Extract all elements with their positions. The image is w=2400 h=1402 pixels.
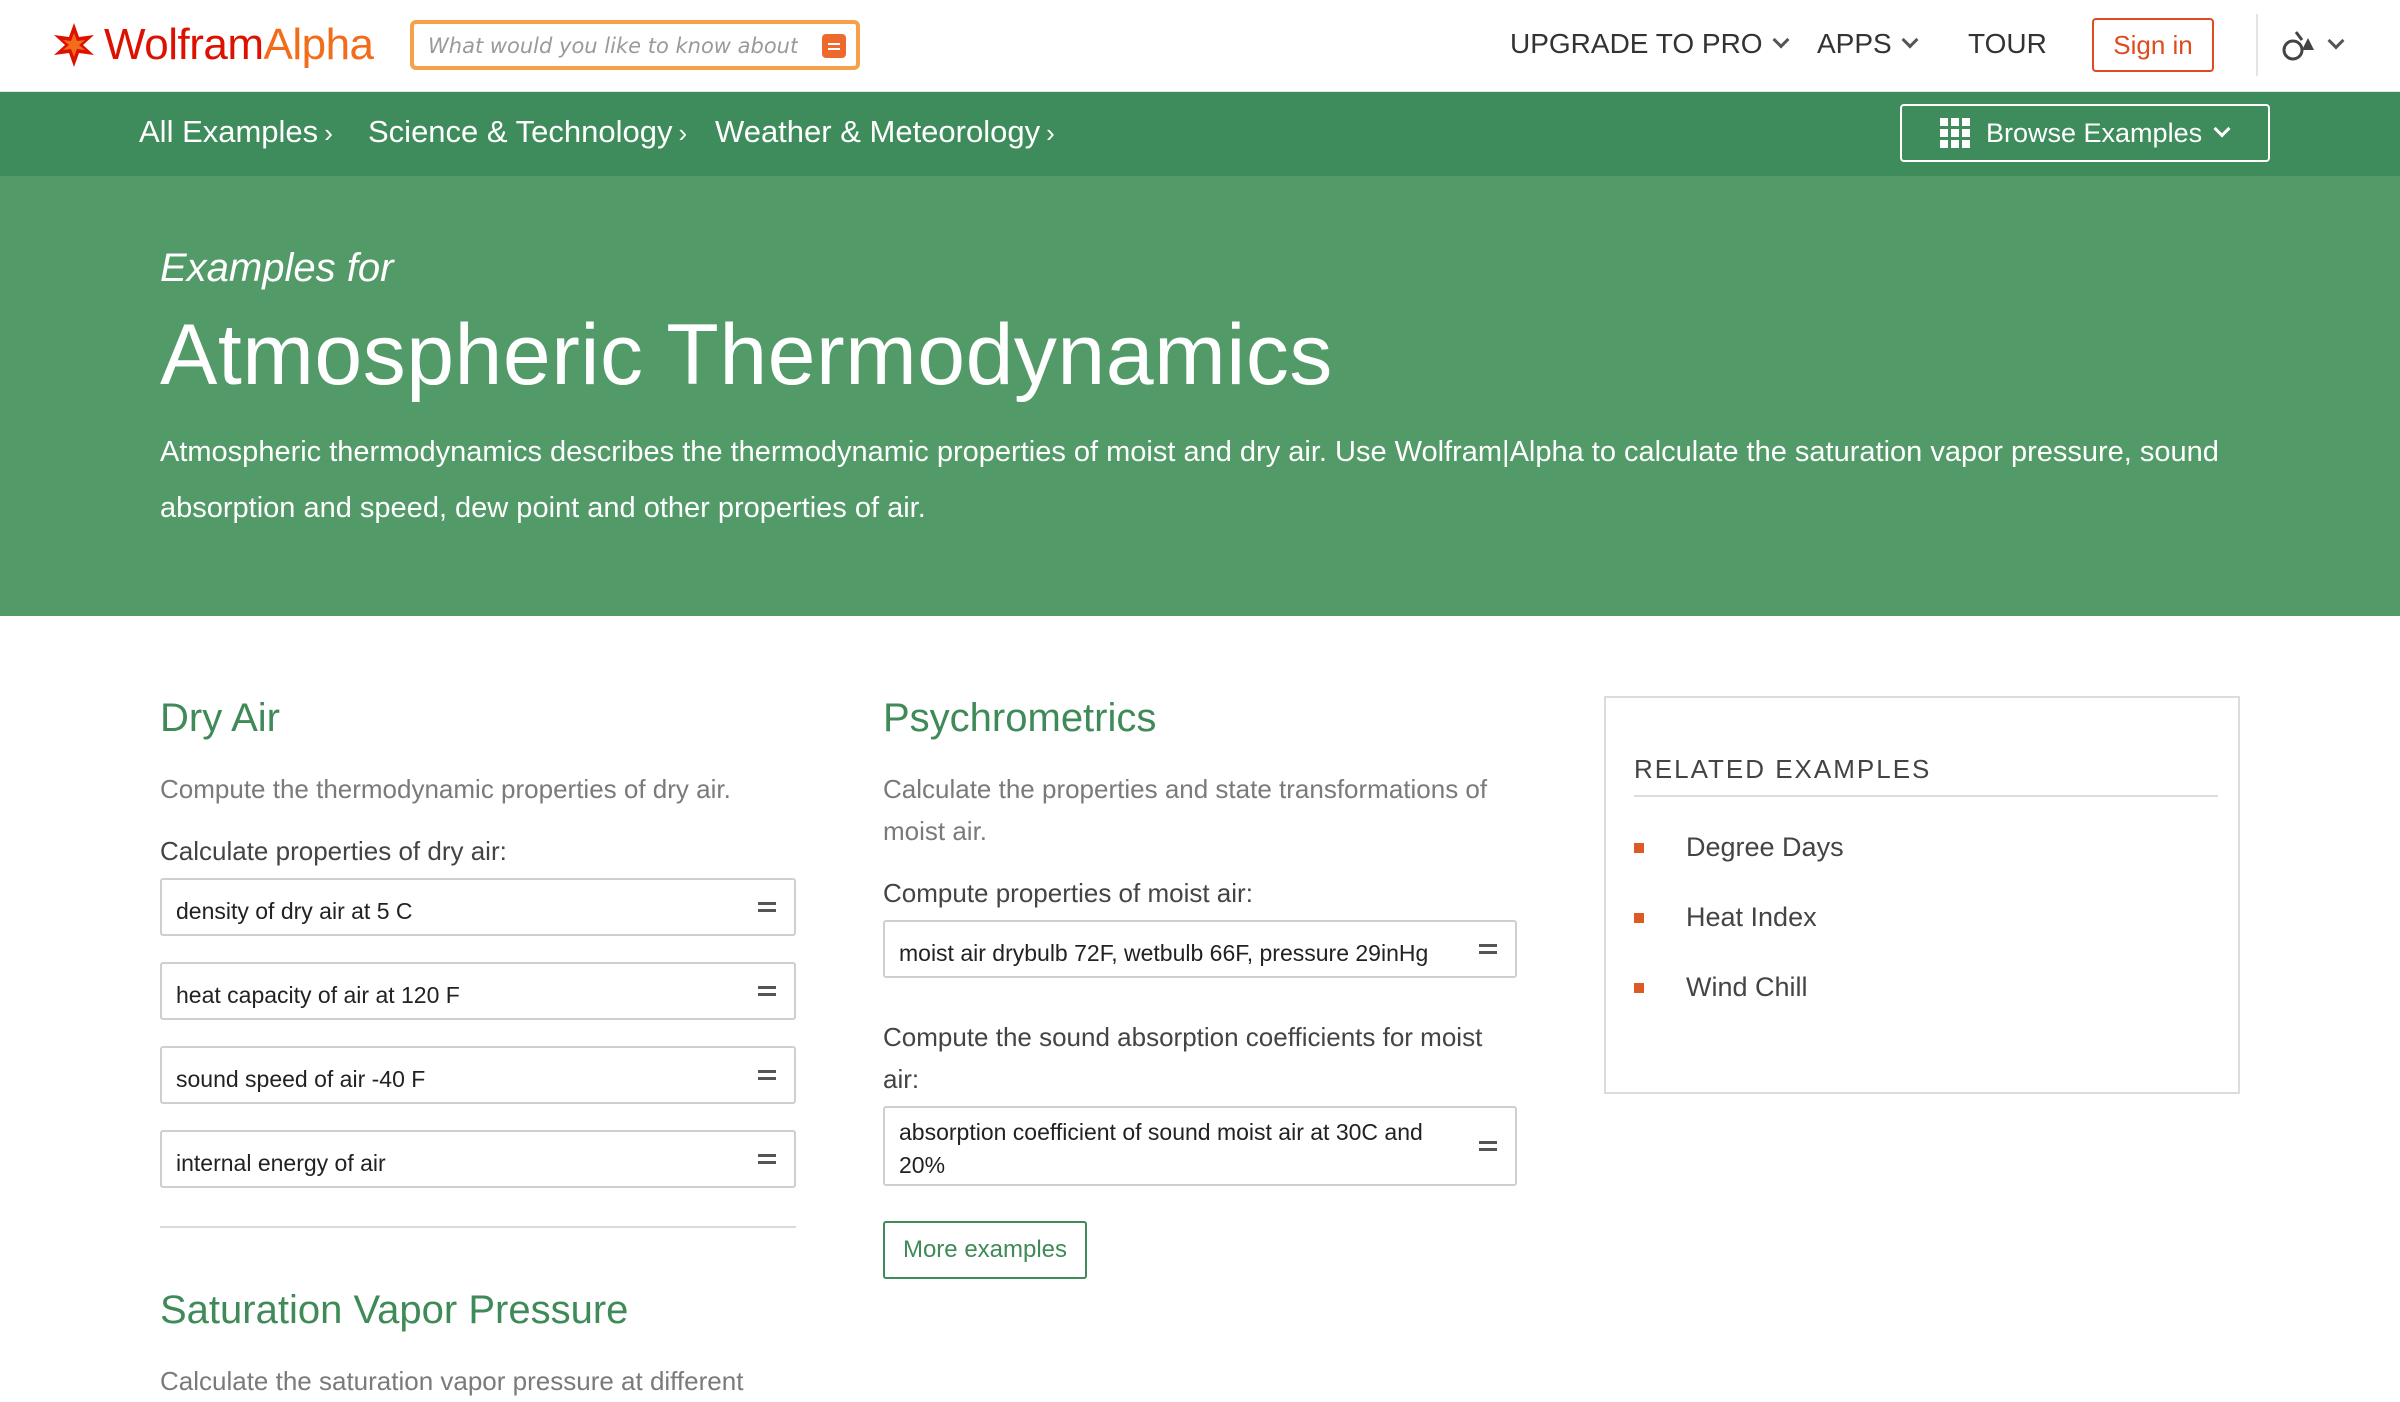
related-link-label: Degree Days bbox=[1686, 832, 1844, 862]
nav-tour[interactable]: TOUR bbox=[1968, 28, 2047, 60]
equals-icon bbox=[1479, 1141, 1497, 1151]
equals-icon bbox=[758, 902, 776, 912]
example-query-text: sound speed of air -40 F bbox=[176, 1066, 426, 1092]
wolfram-alpha-logo[interactable]: WolframAlpha bbox=[50, 18, 374, 72]
equals-icon bbox=[1479, 944, 1497, 954]
breadcrumb-label: All Examples bbox=[139, 114, 319, 149]
example-query[interactable]: absorption coefficient of sound moist ai… bbox=[883, 1106, 1517, 1186]
page-title: Atmospheric Thermodynamics bbox=[160, 307, 1333, 403]
section-title-dry-air: Dry Air bbox=[160, 696, 280, 740]
breadcrumb-separator: › bbox=[1046, 118, 1055, 148]
top-header: WolframAlpha UPGRADE TO PRO APPS TOUR Si… bbox=[0, 0, 2400, 92]
related-link-heat-index[interactable]: Heat Index bbox=[1634, 902, 1817, 933]
breadcrumb-science-technology[interactable]: Science & Technology › bbox=[368, 114, 687, 150]
chevron-down-icon bbox=[1772, 31, 1790, 49]
example-query[interactable]: moist air drybulb 72F, wetbulb 66F, pres… bbox=[883, 920, 1517, 978]
bullet-icon bbox=[1634, 982, 1644, 993]
hero-description: Atmospheric thermodynamics describes the… bbox=[160, 436, 2219, 524]
breadcrumb-separator: › bbox=[324, 118, 333, 148]
example-query-text: internal energy of air bbox=[176, 1150, 386, 1176]
wolfram-spikey-icon bbox=[54, 23, 94, 67]
example-query[interactable]: heat capacity of air at 120 F bbox=[160, 962, 796, 1020]
related-link-wind-chill[interactable]: Wind Chill bbox=[1634, 972, 1808, 1003]
sign-in-button[interactable]: Sign in bbox=[2092, 18, 2214, 72]
bullet-icon bbox=[1634, 912, 1644, 923]
logo-text-wolfram: Wolfram bbox=[104, 20, 264, 69]
section-title-saturation-vapor-pressure: Saturation Vapor Pressure bbox=[160, 1288, 629, 1332]
related-examples-panel: RELATED EXAMPLES Degree Days Heat Index … bbox=[1604, 696, 2240, 1094]
search-box bbox=[410, 20, 860, 70]
language-icon bbox=[2282, 31, 2314, 61]
example-query[interactable]: density of dry air at 5 C bbox=[160, 878, 796, 936]
breadcrumb-separator: › bbox=[678, 118, 688, 148]
example-query[interactable]: sound speed of air -40 F bbox=[160, 1046, 796, 1104]
example-label: Compute the sound absorption coefficient… bbox=[883, 1022, 1483, 1094]
more-examples-button[interactable]: More examples bbox=[883, 1221, 1087, 1279]
browse-examples-label: Browse Examples bbox=[1986, 117, 2203, 148]
nav-apps[interactable]: APPS bbox=[1817, 28, 1919, 60]
related-link-label: Heat Index bbox=[1686, 902, 1817, 932]
nav-apps-label: APPS bbox=[1817, 28, 1892, 59]
example-query-text: heat capacity of air at 120 F bbox=[176, 982, 460, 1008]
browse-examples-button[interactable]: Browse Examples bbox=[1900, 104, 2270, 162]
nav-upgrade-label: UPGRADE TO PRO bbox=[1510, 28, 1763, 59]
chevron-down-icon bbox=[2213, 120, 2231, 138]
section-description: Calculate the properties and state trans… bbox=[883, 774, 1488, 846]
section-title-psychrometrics: Psychrometrics bbox=[883, 696, 1157, 740]
header-divider bbox=[2256, 14, 2258, 76]
nav-upgrade-to-pro[interactable]: UPGRADE TO PRO bbox=[1510, 28, 1790, 60]
grid-icon bbox=[1940, 118, 1970, 148]
search-input[interactable] bbox=[428, 30, 798, 62]
language-menu[interactable] bbox=[2280, 28, 2345, 62]
example-query[interactable]: internal energy of air bbox=[160, 1130, 796, 1188]
section-description: Compute the thermodynamic properties of … bbox=[160, 774, 731, 804]
hero-pretitle: Examples for bbox=[160, 246, 394, 290]
related-examples-heading: RELATED EXAMPLES bbox=[1634, 754, 2218, 797]
breadcrumb-all-examples[interactable]: All Examples › bbox=[139, 114, 333, 150]
section-divider bbox=[160, 1226, 796, 1228]
example-query-text: density of dry air at 5 C bbox=[176, 898, 413, 924]
chevron-down-icon bbox=[1901, 31, 1919, 49]
example-query-text: absorption coefficient of sound moist ai… bbox=[899, 1119, 1423, 1178]
breadcrumb: All Examples › Science & Technology › Weat… bbox=[0, 92, 2400, 176]
hero-banner: Examples for Atmospheric Thermodynamics … bbox=[0, 176, 2400, 616]
breadcrumb-label: Science & Technology bbox=[368, 114, 673, 149]
breadcrumb-weather-meteorology[interactable]: Weather & Meteorology › bbox=[715, 114, 1055, 150]
example-label: Calculate properties of dry air: bbox=[160, 836, 507, 866]
section-description: Calculate the saturation vapor pressure … bbox=[160, 1366, 744, 1396]
compute-button[interactable] bbox=[822, 34, 846, 58]
nav-tour-label: TOUR bbox=[1968, 28, 2047, 59]
equals-icon bbox=[758, 986, 776, 996]
logo-text-alpha: Alpha bbox=[263, 20, 374, 69]
example-query-text: moist air drybulb 72F, wetbulb 66F, pres… bbox=[899, 940, 1429, 966]
equals-icon bbox=[758, 1070, 776, 1080]
chevron-down-icon bbox=[2327, 32, 2345, 50]
related-link-degree-days[interactable]: Degree Days bbox=[1634, 832, 1844, 863]
bullet-icon bbox=[1634, 842, 1644, 853]
breadcrumb-label: Weather & Meteorology bbox=[715, 114, 1041, 149]
example-label: Compute properties of moist air: bbox=[883, 878, 1253, 908]
equals-icon bbox=[758, 1154, 776, 1164]
related-link-label: Wind Chill bbox=[1686, 972, 1808, 1002]
